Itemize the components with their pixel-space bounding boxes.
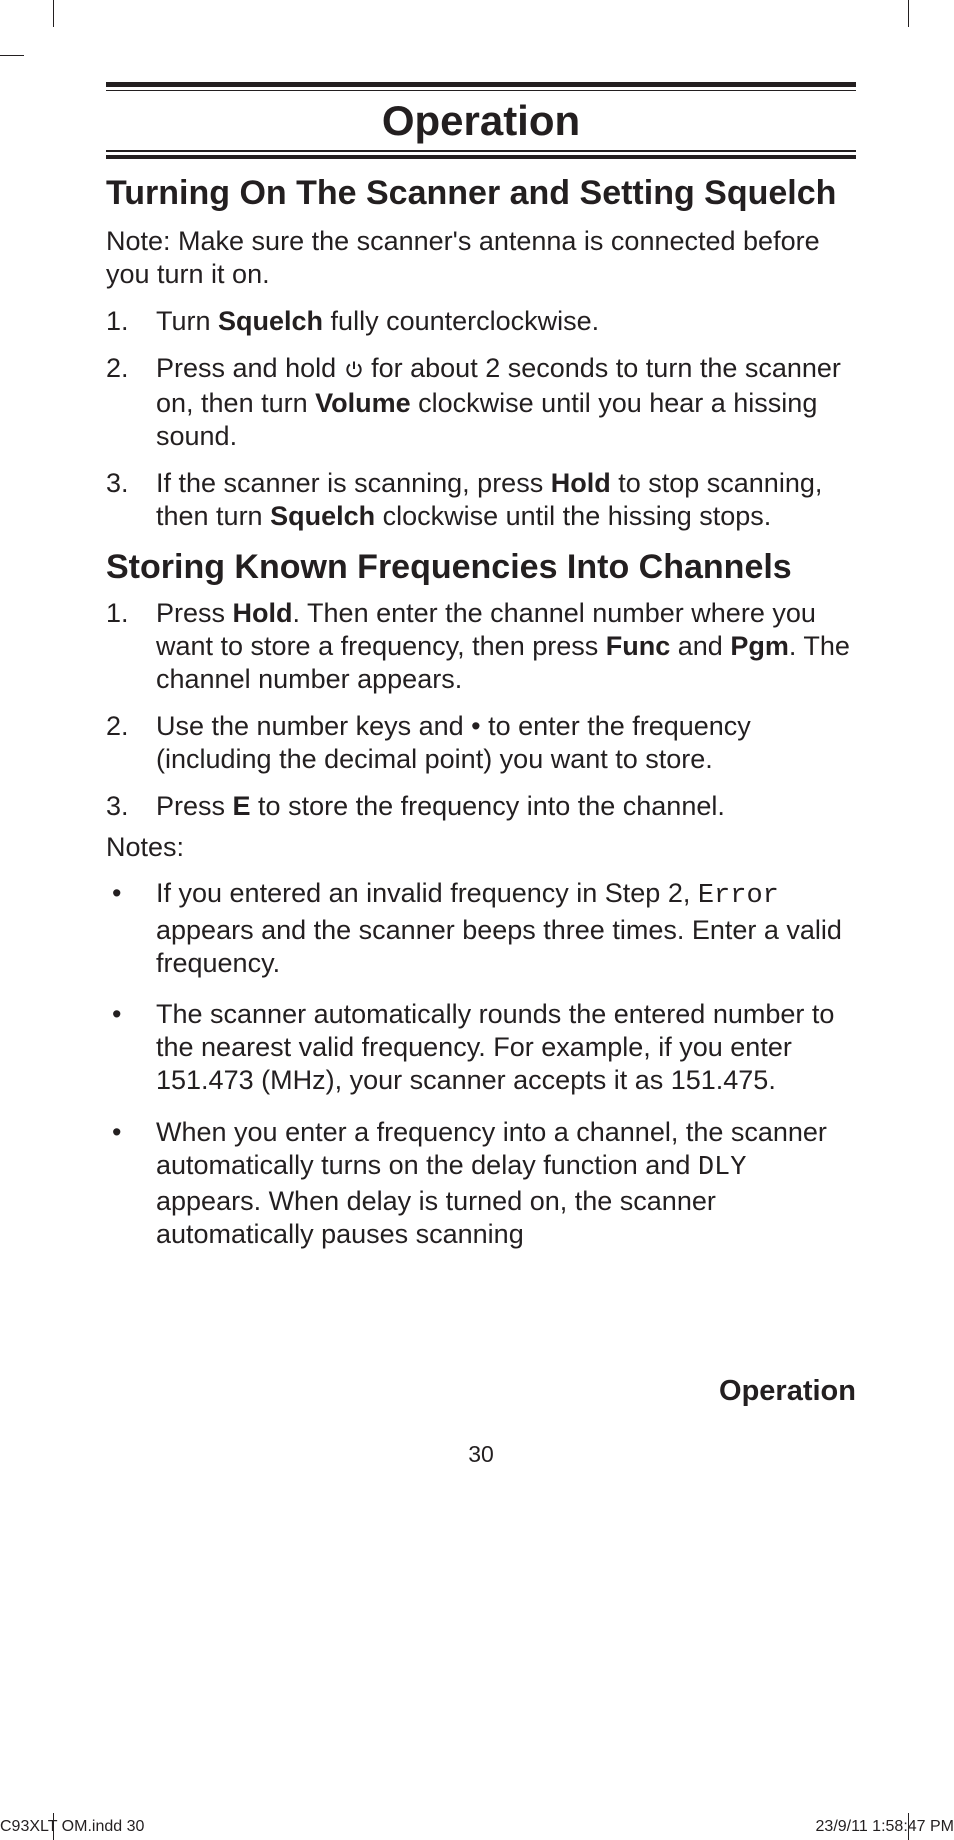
- page-sheet: Operation Turning On The Scanner and Set…: [0, 0, 954, 1840]
- list-number: 3.: [106, 790, 129, 823]
- rule: [106, 150, 856, 152]
- list-item: 1. Turn Squelch fully counterclockwise.: [106, 305, 856, 338]
- text: fully counterclockwise.: [323, 306, 599, 336]
- text: clockwise until the hissing stops.: [375, 501, 771, 531]
- crop-mark: [0, 55, 24, 56]
- bold-text: Func: [606, 631, 671, 661]
- list-item: The scanner automatically rounds the ent…: [106, 998, 856, 1098]
- text: Press: [156, 598, 233, 628]
- page-content: Operation Turning On The Scanner and Set…: [106, 82, 856, 1270]
- bold-text: Squelch: [218, 306, 323, 336]
- doc-footer-right: 23/9/11 1:58:47 PM: [816, 1818, 954, 1836]
- text: Turn: [156, 306, 218, 336]
- text: If you entered an invalid frequency in S…: [156, 878, 698, 908]
- list-item: 2. Use the number keys and • to enter th…: [106, 710, 856, 776]
- rule: [106, 155, 856, 160]
- bold-text: E: [233, 791, 251, 821]
- list-number: 3.: [106, 467, 129, 500]
- code-text: DLY: [698, 1153, 747, 1183]
- text: Press and hold: [156, 353, 344, 383]
- list-number: 1.: [106, 305, 129, 338]
- list-item: 3. Press E to store the frequency into t…: [106, 790, 856, 823]
- section-heading: Turning On The Scanner and Setting Squel…: [106, 173, 856, 213]
- text: appears. When delay is turned on, the sc…: [156, 1186, 716, 1249]
- text: The scanner automatically rounds the ent…: [156, 999, 834, 1095]
- notes-label: Notes:: [106, 831, 856, 864]
- text: Press: [156, 791, 233, 821]
- bold-text: Squelch: [270, 501, 375, 531]
- bold-text: Hold: [233, 598, 293, 628]
- unordered-list: If you entered an invalid frequency in S…: [106, 877, 856, 1251]
- list-number: 1.: [106, 597, 129, 630]
- bold-text: Hold: [551, 468, 611, 498]
- list-item: 3. If the scanner is scanning, press Hol…: [106, 467, 856, 533]
- page-title: Operation: [106, 91, 856, 150]
- text: appears and the scanner beeps three time…: [156, 915, 842, 978]
- text: and: [670, 631, 730, 661]
- text: Use the number keys and: [156, 711, 471, 741]
- list-number: 2.: [106, 352, 129, 385]
- dot-glyph: •: [471, 711, 480, 741]
- bold-text: Pgm: [730, 631, 789, 661]
- page-number: 30: [106, 1441, 856, 1468]
- crop-mark: [908, 0, 909, 27]
- list-item: 2. Press and hold for about 2 seconds to…: [106, 352, 856, 453]
- list-item: If you entered an invalid frequency in S…: [106, 877, 856, 980]
- ordered-list: 1. Turn Squelch fully counterclockwise. …: [106, 305, 856, 533]
- power-icon: [344, 354, 364, 387]
- crop-mark: [53, 0, 54, 27]
- doc-footer-left: C93XLT OM.indd 30: [0, 1818, 144, 1836]
- bold-text: Volume: [315, 388, 411, 418]
- rule: [106, 82, 856, 87]
- list-item: 1. Press Hold. Then enter the channel nu…: [106, 597, 856, 696]
- code-text: Error: [698, 881, 779, 911]
- text: to store the frequency into the channel.: [251, 791, 725, 821]
- list-item: When you enter a frequency into a channe…: [106, 1116, 856, 1252]
- text: If the scanner is scanning, press: [156, 468, 551, 498]
- list-number: 2.: [106, 710, 129, 743]
- section-heading: Storing Known Frequencies Into Channels: [106, 547, 856, 587]
- footer-section-label: Operation: [719, 1375, 856, 1408]
- ordered-list: 1. Press Hold. Then enter the channel nu…: [106, 597, 856, 823]
- note-text: Note: Make sure the scanner's antenna is…: [106, 225, 856, 291]
